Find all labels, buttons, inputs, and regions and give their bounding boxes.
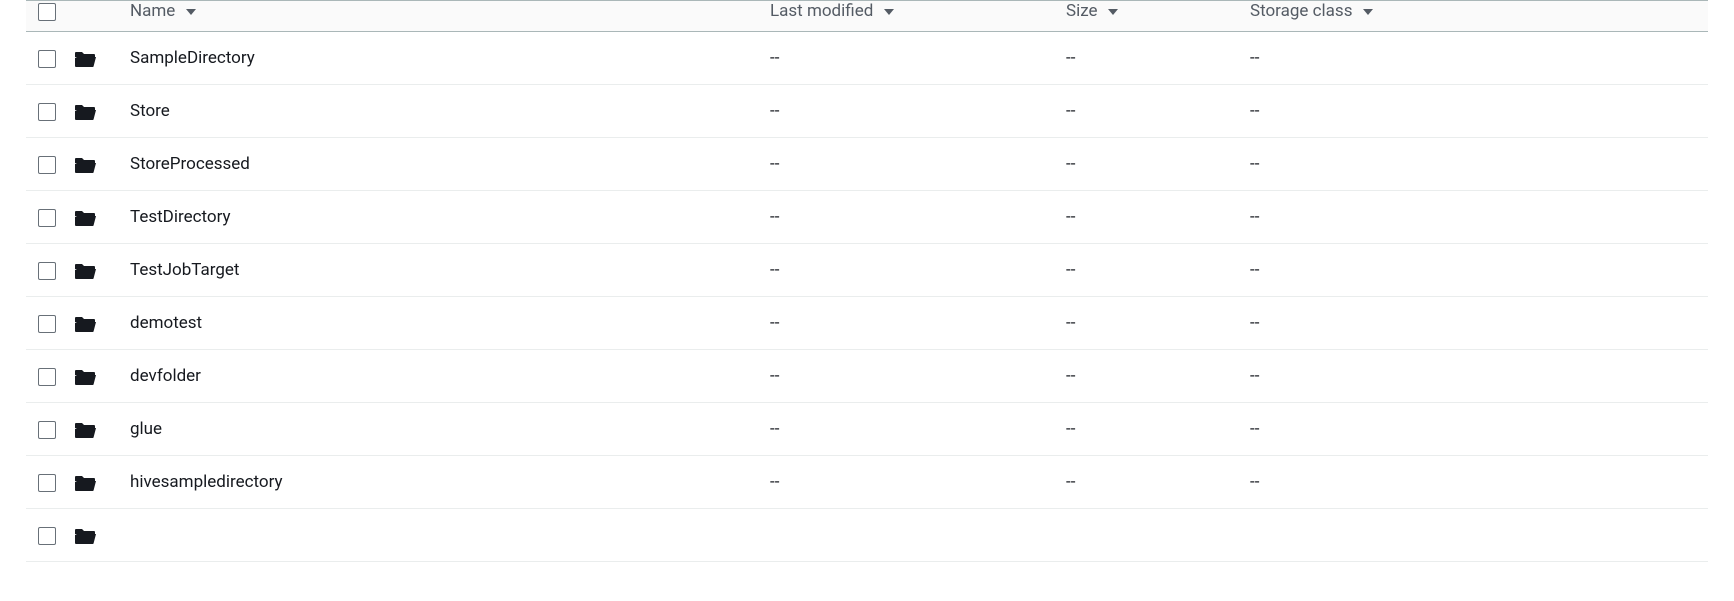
table-row[interactable]: TestJobTarget -- -- -- bbox=[26, 244, 1708, 297]
object-storage-class: -- bbox=[1238, 297, 1708, 350]
object-name[interactable]: TestDirectory bbox=[118, 191, 758, 244]
folder-icon bbox=[74, 315, 96, 333]
sort-caret-icon bbox=[186, 9, 196, 15]
object-storage-class: -- bbox=[1238, 244, 1708, 297]
sort-caret-icon bbox=[1363, 9, 1373, 15]
object-last-modified: -- bbox=[758, 244, 1054, 297]
select-all-checkbox[interactable] bbox=[38, 3, 56, 21]
column-header-label: Last modified bbox=[770, 1, 873, 21]
object-name[interactable]: hivesampledirectory bbox=[118, 456, 758, 509]
object-size: -- bbox=[1054, 297, 1238, 350]
folder-icon bbox=[74, 209, 96, 227]
folder-icon bbox=[74, 262, 96, 280]
object-storage-class: -- bbox=[1238, 85, 1708, 138]
object-size: -- bbox=[1054, 456, 1238, 509]
row-checkbox[interactable] bbox=[38, 368, 56, 386]
folder-icon bbox=[74, 50, 96, 68]
object-storage-class: -- bbox=[1238, 456, 1708, 509]
object-last-modified: -- bbox=[758, 85, 1054, 138]
object-name[interactable]: Store bbox=[118, 85, 758, 138]
table-row[interactable]: hivesampledirectory -- -- -- bbox=[26, 456, 1708, 509]
row-checkbox[interactable] bbox=[38, 50, 56, 68]
object-storage-class: -- bbox=[1238, 138, 1708, 191]
row-checkbox[interactable] bbox=[38, 262, 56, 280]
folder-icon bbox=[74, 156, 96, 174]
folder-icon bbox=[74, 421, 96, 439]
table-row[interactable] bbox=[26, 509, 1708, 562]
object-last-modified: -- bbox=[758, 403, 1054, 456]
object-name[interactable]: demotest bbox=[118, 297, 758, 350]
folder-icon bbox=[74, 474, 96, 492]
row-checkbox[interactable] bbox=[38, 421, 56, 439]
table-row[interactable]: glue -- -- -- bbox=[26, 403, 1708, 456]
table-row[interactable]: SampleDirectory -- -- -- bbox=[26, 32, 1708, 85]
table-row[interactable]: demotest -- -- -- bbox=[26, 297, 1708, 350]
table-row[interactable]: devfolder -- -- -- bbox=[26, 350, 1708, 403]
object-storage-class: -- bbox=[1238, 403, 1708, 456]
row-checkbox[interactable] bbox=[38, 527, 56, 545]
object-size: -- bbox=[1054, 85, 1238, 138]
object-size: -- bbox=[1054, 32, 1238, 85]
row-checkbox[interactable] bbox=[38, 474, 56, 492]
object-name[interactable]: TestJobTarget bbox=[118, 244, 758, 297]
object-last-modified: -- bbox=[758, 456, 1054, 509]
column-header-storage-class[interactable]: Storage class bbox=[1238, 1, 1708, 32]
object-last-modified: -- bbox=[758, 32, 1054, 85]
row-checkbox[interactable] bbox=[38, 209, 56, 227]
sort-caret-icon bbox=[1108, 9, 1118, 15]
object-size: -- bbox=[1054, 350, 1238, 403]
column-header-last-modified[interactable]: Last modified bbox=[758, 1, 1054, 32]
object-storage-class: -- bbox=[1238, 350, 1708, 403]
object-name[interactable]: SampleDirectory bbox=[118, 32, 758, 85]
table-row[interactable]: StoreProcessed -- -- -- bbox=[26, 138, 1708, 191]
object-name[interactable]: StoreProcessed bbox=[118, 138, 758, 191]
table-header-row: Name Last modified Size Storage class bbox=[26, 1, 1708, 32]
object-last-modified: -- bbox=[758, 350, 1054, 403]
column-header-label: Storage class bbox=[1250, 1, 1352, 21]
column-header-label: Name bbox=[130, 1, 175, 21]
object-size: -- bbox=[1054, 191, 1238, 244]
object-size: -- bbox=[1054, 138, 1238, 191]
row-checkbox[interactable] bbox=[38, 156, 56, 174]
object-last-modified: -- bbox=[758, 191, 1054, 244]
column-header-name[interactable]: Name bbox=[118, 1, 758, 32]
folder-icon bbox=[74, 103, 96, 121]
object-last-modified: -- bbox=[758, 297, 1054, 350]
column-header-size[interactable]: Size bbox=[1054, 1, 1238, 32]
sort-caret-icon bbox=[884, 9, 894, 15]
row-checkbox[interactable] bbox=[38, 315, 56, 333]
object-last-modified: -- bbox=[758, 138, 1054, 191]
table-row[interactable]: Store -- -- -- bbox=[26, 85, 1708, 138]
object-storage-class: -- bbox=[1238, 32, 1708, 85]
object-size: -- bbox=[1054, 403, 1238, 456]
object-table: Name Last modified Size Storage class bbox=[26, 0, 1708, 562]
column-header-label: Size bbox=[1066, 1, 1098, 21]
folder-icon bbox=[74, 527, 96, 545]
object-name[interactable]: glue bbox=[118, 403, 758, 456]
folder-icon bbox=[74, 368, 96, 386]
object-storage-class: -- bbox=[1238, 191, 1708, 244]
table-row[interactable]: TestDirectory -- -- -- bbox=[26, 191, 1708, 244]
row-checkbox[interactable] bbox=[38, 103, 56, 121]
object-name[interactable]: devfolder bbox=[118, 350, 758, 403]
object-size: -- bbox=[1054, 244, 1238, 297]
